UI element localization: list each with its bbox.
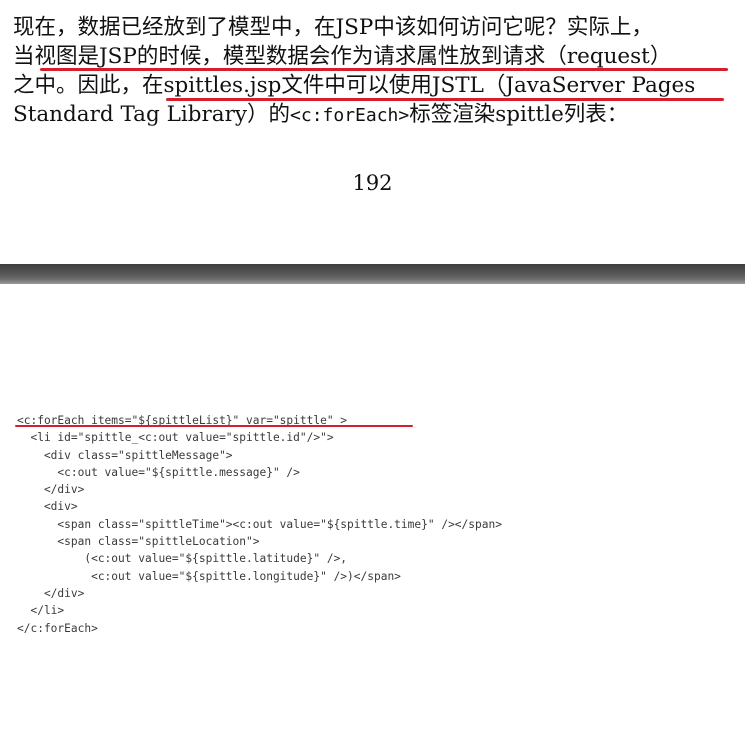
code-line: </div> [17, 586, 85, 600]
paragraph-line-3: 之中。因此，在spittles.jsp文件中可以使用JSTL（JavaServe… [13, 73, 696, 98]
code-line: </li> [17, 604, 65, 618]
code-line: <span class="spittleTime"><c:out value="… [17, 517, 502, 531]
red-underline-line-3 [166, 98, 724, 101]
code-line: <li id="spittle_<c:out value="spittle.id… [17, 431, 334, 445]
code-listing: <c:forEach items="${spittleList}" var="s… [17, 412, 502, 637]
red-underline-line-2 [40, 68, 728, 71]
body-paragraph: 现在，数据已经放到了模型中，在JSP中该如何访问它呢？实际上， 当视图是JSP的… [13, 13, 733, 129]
code-line: <span class="spittleLocation"> [17, 535, 260, 549]
code-line: </c:forEach> [17, 621, 98, 635]
page-divider [0, 264, 745, 284]
paragraph-line-4-text-a: Standard Tag Library）的 [13, 102, 291, 127]
code-line: <c:out value="${spittle.longitude}" />)<… [17, 569, 401, 583]
paragraph-line-1: 现在，数据已经放到了模型中，在JSP中该如何访问它呢？实际上， [13, 15, 653, 40]
code-line: </div> [17, 483, 85, 497]
upper-page: 现在，数据已经放到了模型中，在JSP中该如何访问它呢？实际上， 当视图是JSP的… [0, 0, 745, 264]
paragraph-line-4-text-b: 标签渲染spittle列表： [409, 102, 629, 127]
paragraph-line-2: 当视图是JSP的时候，模型数据会作为请求属性放到请求（request） [13, 44, 672, 69]
page-number: 192 [352, 171, 393, 195]
code-line: (<c:out value="${spittle.latitude}" />, [17, 552, 348, 566]
inline-code-foreach: <c:forEach> [290, 105, 410, 126]
code-line: <div class="spittleMessage"> [17, 448, 233, 462]
code-line: <div> [17, 500, 78, 514]
code-line: <c:out value="${spittle.message}" /> [17, 465, 300, 479]
red-underline-code-first-line [15, 425, 413, 427]
paragraph-line-4: Standard Tag Library）的<c:forEach>标签渲染spi… [13, 100, 733, 129]
